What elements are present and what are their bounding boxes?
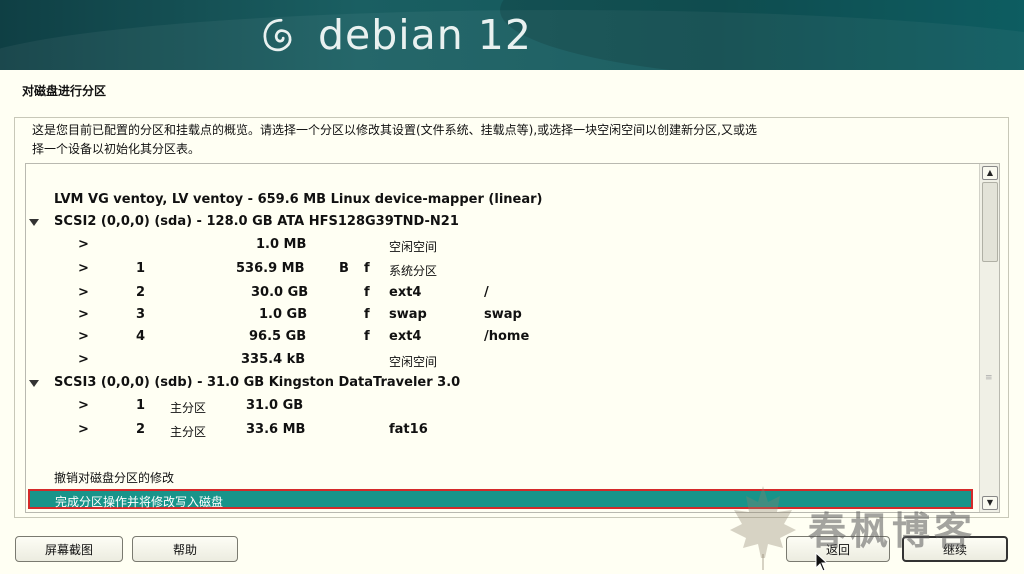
expand-triangle-icon[interactable] — [29, 219, 39, 226]
finish-label: 完成分区操作并将修改写入磁盘 — [55, 495, 224, 509]
scroll-down-icon[interactable]: ▼ — [982, 496, 998, 510]
row-fs: ext4 — [389, 329, 422, 344]
page-description: 这是您目前已配置的分区和挂载点的概览。请选择一个分区以修改其设置(文件系统、挂载… — [32, 121, 992, 159]
scroll-thumb[interactable] — [982, 182, 998, 262]
brand-title: debian 12 — [318, 11, 532, 59]
row-flag: f — [364, 307, 370, 322]
row-arrow: > — [78, 329, 89, 344]
row-number: 2 — [136, 285, 146, 300]
undo-label: 撤销对磁盘分区的修改 — [54, 471, 175, 485]
row-arrow: > — [78, 352, 89, 367]
row-mount: / — [484, 285, 489, 300]
screenshot-button[interactable]: 屏幕截图 — [15, 536, 123, 562]
row-flag: f — [364, 329, 370, 344]
row-number: 2 — [136, 422, 146, 437]
debian-logo: debian 12 — [258, 12, 532, 58]
row-number: 1 — [136, 398, 146, 413]
row-size: 1.0 MB — [256, 237, 307, 252]
row-size: 96.5 GB — [249, 329, 307, 344]
row-arrow: > — [78, 307, 89, 322]
row-flag: f — [364, 285, 370, 300]
row-number: 4 — [136, 329, 146, 344]
row-size: 33.6 MB — [246, 422, 306, 437]
header-banner: debian 12 — [0, 0, 1024, 70]
disk-label: SCSI2 (0,0,0) (sda) - 128.0 GB ATA HFS12… — [54, 214, 459, 229]
row-number: 1 — [136, 261, 146, 276]
partition-list[interactable]: LVM VG ventoy, LV ventoy - 659.6 MB Linu… — [25, 163, 1000, 513]
expand-triangle-icon[interactable] — [29, 380, 39, 387]
row-fs: 空闲空间 — [389, 355, 438, 369]
scrollbar[interactable]: ▲ ≡ ▼ — [979, 164, 999, 512]
row-size: 30.0 GB — [251, 285, 309, 300]
row-mount: swap — [484, 307, 522, 322]
row-number: 3 — [136, 307, 146, 322]
row-fs: 空闲空间 — [389, 240, 438, 254]
row-size: 536.9 MB — [236, 261, 305, 276]
mouse-cursor-icon — [815, 552, 829, 572]
help-button[interactable]: 帮助 — [132, 536, 238, 562]
row-arrow: > — [78, 422, 89, 437]
row-type: 主分区 — [170, 401, 207, 415]
row-size: 31.0 GB — [246, 398, 304, 413]
description-line: 这是您目前已配置的分区和挂载点的概览。请选择一个分区以修改其设置(文件系统、挂载… — [32, 123, 757, 137]
list-item-finish-selected[interactable]: 完成分区操作并将修改写入磁盘 — [28, 489, 973, 509]
row-arrow: > — [78, 398, 89, 413]
page-title: 对磁盘进行分区 — [22, 84, 107, 98]
disk-label: SCSI3 (0,0,0) (sdb) - 31.0 GB Kingston D… — [54, 375, 461, 390]
row-type: 主分区 — [170, 425, 207, 439]
row-arrow: > — [78, 237, 89, 252]
row-mount: /home — [484, 329, 530, 344]
row-arrow: > — [78, 285, 89, 300]
row-flag: B — [339, 261, 349, 276]
row-flag: f — [364, 261, 370, 276]
row-size: 1.0 GB — [259, 307, 308, 322]
back-button[interactable]: 返回 — [786, 536, 890, 562]
row-fs: fat16 — [389, 422, 428, 437]
debian-swirl-icon — [263, 18, 292, 52]
description-line: 择一个设备以初始化其分区表。 — [32, 142, 201, 156]
row-fs: 系统分区 — [389, 264, 438, 278]
row-fs: swap — [389, 307, 427, 322]
row-size: 335.4 kB — [241, 352, 306, 367]
scroll-up-icon[interactable]: ▲ — [982, 166, 998, 180]
lvm-label: LVM VG ventoy, LV ventoy - 659.6 MB Linu… — [54, 192, 543, 207]
scroll-grip-icon: ≡ — [985, 373, 993, 383]
continue-button[interactable]: 继续 — [902, 536, 1008, 562]
row-arrow: > — [78, 261, 89, 276]
row-fs: ext4 — [389, 285, 422, 300]
